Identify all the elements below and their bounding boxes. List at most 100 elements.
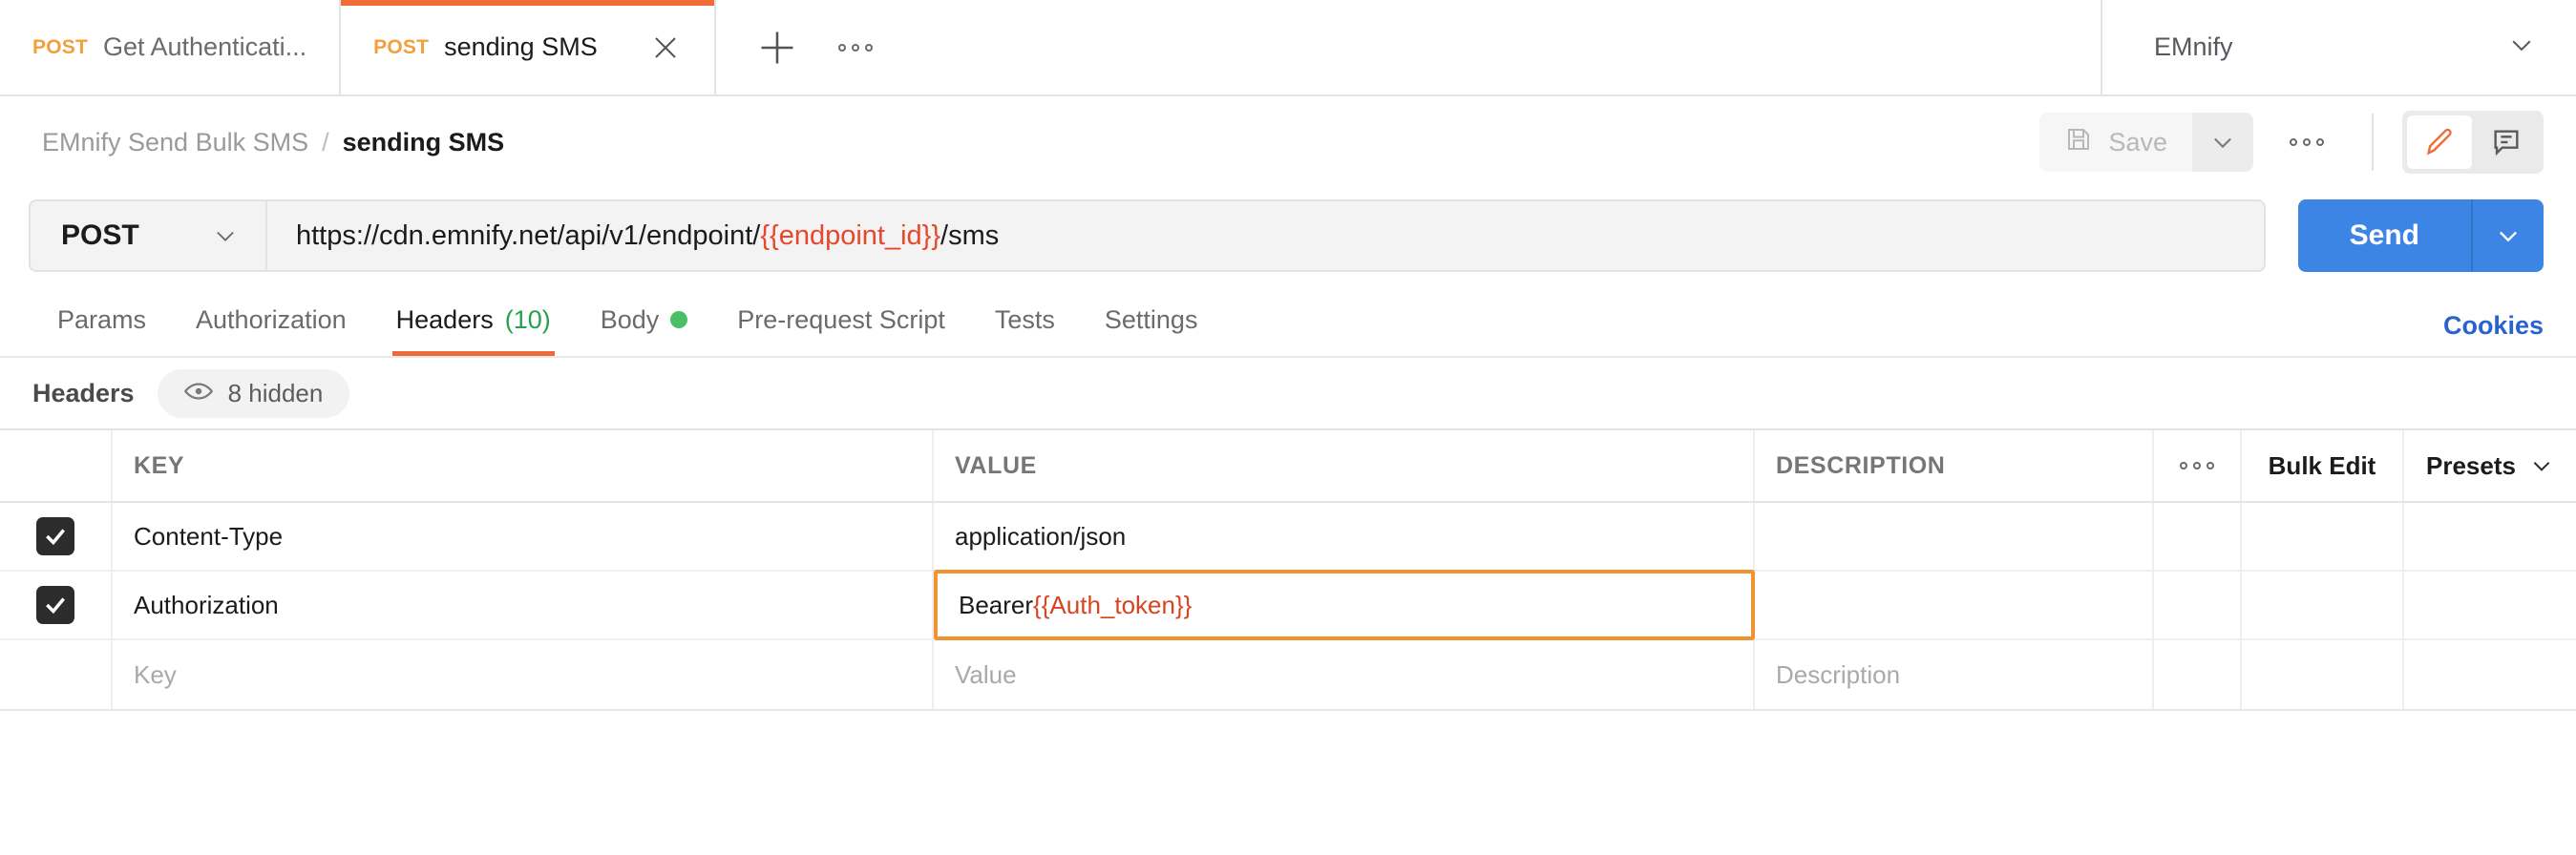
comments-button[interactable] xyxy=(2474,115,2539,169)
hidden-headers-toggle[interactable]: 8 hidden xyxy=(157,368,350,418)
tab-title-label: Get Authenticati... xyxy=(102,32,307,61)
tab-headers[interactable]: Headers (10) xyxy=(371,283,576,356)
request-header-actions: Save xyxy=(2039,111,2544,174)
tab-bar-actions xyxy=(715,0,2101,94)
url-suffix-text: /sms xyxy=(940,219,1000,251)
save-dropdown-button[interactable] xyxy=(2192,113,2253,172)
request-tab-bar: POST Get Authenticati... POST sending SM… xyxy=(0,0,2576,96)
checkbox-checked-icon[interactable] xyxy=(36,517,74,555)
table-more-actions-button[interactable] xyxy=(2154,430,2242,501)
comment-icon xyxy=(2494,130,2519,156)
send-button-group: Send xyxy=(2297,199,2544,272)
tab-settings[interactable]: Settings xyxy=(1080,283,1223,356)
bulk-edit-button[interactable]: Bulk Edit xyxy=(2242,430,2404,501)
row-spacer xyxy=(2404,572,2576,638)
send-button[interactable]: Send xyxy=(2297,199,2471,272)
plus-icon[interactable] xyxy=(756,27,798,69)
save-button-group: Save xyxy=(2039,113,2253,172)
divider xyxy=(2372,114,2374,171)
breadcrumb-separator: / xyxy=(322,127,329,156)
table-row: Content-Type application/json xyxy=(0,503,2576,572)
request-url-bar: POST https://cdn.emnify.net/api/v1/endpo… xyxy=(29,199,2266,272)
environment-name-label: EMnify xyxy=(2154,32,2233,61)
row-checkbox-cell xyxy=(0,640,113,709)
header-value-input-focused[interactable]: Bearer {{Auth_token}} xyxy=(934,570,1755,640)
header-value-input[interactable]: application/json xyxy=(934,503,1755,570)
row-spacer xyxy=(2404,503,2576,570)
send-dropdown-button[interactable] xyxy=(2471,199,2544,272)
save-button-label: Save xyxy=(2108,127,2167,156)
request-more-actions-button[interactable] xyxy=(2270,113,2343,172)
tab-title-label: sending SMS xyxy=(444,32,598,61)
header-value-variable-text: {{Auth_token}} xyxy=(1033,590,1193,619)
chevron-down-icon xyxy=(2533,462,2550,471)
more-horizontal-icon[interactable] xyxy=(834,27,876,69)
headers-table: KEY VALUE DESCRIPTION Bulk Edit Presets xyxy=(0,428,2576,711)
request-section-tabs: Params Authorization Headers (10) Body P… xyxy=(0,283,2576,358)
breadcrumb-row: EMnify Send Bulk SMS / sending SMS Save xyxy=(0,96,2576,188)
url-variable-text: {{endpoint_id}} xyxy=(760,219,941,251)
new-header-value-input[interactable]: Value xyxy=(934,640,1755,709)
row-checkbox-cell xyxy=(0,572,113,638)
tab-tests[interactable]: Tests xyxy=(970,283,1080,356)
header-description-input[interactable] xyxy=(1755,503,2154,570)
http-method-selector[interactable]: POST xyxy=(31,201,267,270)
breadcrumb: EMnify Send Bulk SMS / sending SMS xyxy=(42,128,504,157)
header-key-input[interactable]: Authorization xyxy=(113,572,934,638)
row-checkbox-cell xyxy=(0,503,113,570)
tab-pre-request-script[interactable]: Pre-request Script xyxy=(712,283,970,356)
row-spacer xyxy=(2242,572,2404,638)
close-icon[interactable] xyxy=(649,31,682,64)
checkbox-checked-icon[interactable] xyxy=(36,586,74,624)
environment-selector[interactable]: EMnify xyxy=(2101,0,2576,94)
more-horizontal-icon xyxy=(2290,138,2324,146)
url-prefix-text: https://cdn.emnify.net/api/v1/endpoint/ xyxy=(296,219,761,251)
tab-params[interactable]: Params xyxy=(32,283,171,356)
column-header-key: KEY xyxy=(113,430,934,501)
headers-count-badge: (10) xyxy=(504,304,551,334)
row-spacer xyxy=(2242,503,2404,570)
view-mode-toggle-group xyxy=(2402,111,2544,174)
row-spacer xyxy=(2242,640,2404,709)
pencil-icon xyxy=(2427,128,2452,156)
table-header-row: KEY VALUE DESCRIPTION Bulk Edit Presets xyxy=(0,430,2576,503)
request-tab-get-authentication[interactable]: POST Get Authenticati... xyxy=(0,0,342,94)
tab-label: Settings xyxy=(1104,304,1198,334)
header-description-input[interactable] xyxy=(1755,572,2154,638)
new-header-description-input[interactable]: Description xyxy=(1755,640,2154,709)
tab-authorization[interactable]: Authorization xyxy=(171,283,371,356)
cookies-link[interactable]: Cookies xyxy=(2443,311,2544,356)
tab-label: Params xyxy=(57,304,147,334)
new-header-key-input[interactable]: Key xyxy=(113,640,934,709)
headers-subheader: Headers 8 hidden xyxy=(0,358,2576,428)
chevron-down-icon xyxy=(2214,137,2231,149)
table-row: Authorization Bearer {{Auth_token}} xyxy=(0,570,2576,640)
more-dots xyxy=(837,43,873,52)
table-row-new: Key Value Description xyxy=(0,640,2576,709)
hidden-headers-count-label: 8 hidden xyxy=(227,378,324,407)
page-title: sending SMS xyxy=(342,127,505,156)
tab-method-label: POST xyxy=(373,35,430,58)
breadcrumb-collection[interactable]: EMnify Send Bulk SMS xyxy=(42,128,308,157)
tab-body[interactable]: Body xyxy=(576,283,713,356)
header-key-input[interactable]: Content-Type xyxy=(113,503,934,570)
request-tab-sending-sms[interactable]: POST sending SMS xyxy=(341,0,716,94)
postman-app-window: POST Get Authenticati... POST sending SM… xyxy=(0,0,2576,855)
url-input[interactable]: https://cdn.emnify.net/api/v1/endpoint/{… xyxy=(267,201,2264,270)
header-value-plain-text: Bearer xyxy=(959,590,1034,619)
tab-label: Tests xyxy=(994,304,1055,334)
chevron-down-icon xyxy=(2500,231,2517,242)
floppy-disk-icon xyxy=(2064,125,2093,160)
http-method-label: POST xyxy=(61,219,139,251)
row-spacer xyxy=(2154,503,2242,570)
tab-label: Body xyxy=(600,304,660,334)
tab-label: Pre-request Script xyxy=(737,304,945,334)
request-url-row: POST https://cdn.emnify.net/api/v1/endpo… xyxy=(0,188,2576,283)
save-button[interactable]: Save xyxy=(2039,113,2192,172)
edit-mode-button[interactable] xyxy=(2407,115,2472,169)
presets-button[interactable]: Presets xyxy=(2404,430,2576,501)
select-all-cell xyxy=(0,430,113,501)
row-spacer xyxy=(2154,640,2242,709)
column-header-description: DESCRIPTION xyxy=(1755,430,2154,501)
presets-label: Presets xyxy=(2426,450,2516,480)
